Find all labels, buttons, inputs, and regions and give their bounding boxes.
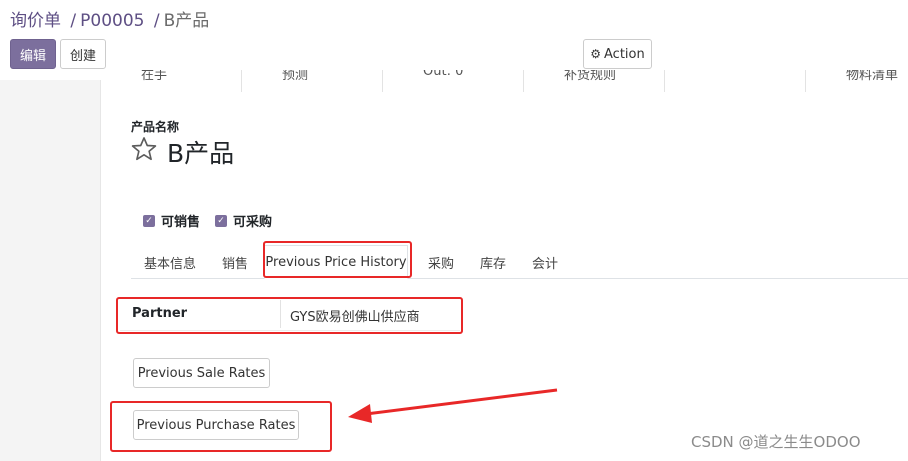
annotation-arrow-icon xyxy=(348,388,558,423)
watermark: CSDN @道之生生ODOO xyxy=(691,433,861,451)
